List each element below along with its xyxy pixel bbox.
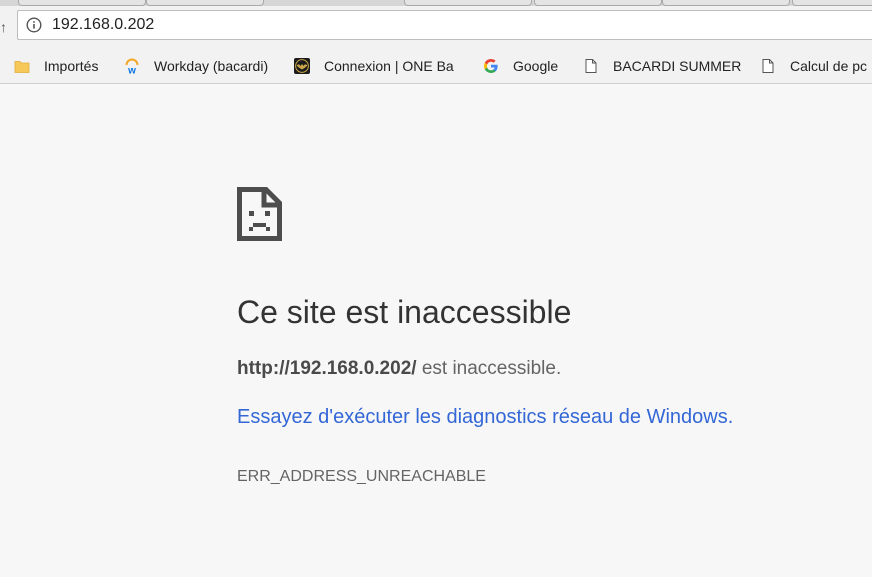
bookmark-label: Google xyxy=(513,57,559,74)
home-button[interactable]: ↑ xyxy=(0,19,6,35)
error-code: ERR_ADDRESS_UNREACHABLE xyxy=(237,468,486,485)
bookmark-label: Calcul de pc xyxy=(790,57,868,74)
folder-icon xyxy=(14,60,30,73)
bookmark-label: Connexion | ONE Ba xyxy=(324,57,454,74)
bookmark-google[interactable]: Google xyxy=(483,48,558,83)
bookmarks-bar: Importés w Workday (bacardi) Connexion |… xyxy=(0,48,872,84)
bookmark-label: Workday (bacardi) xyxy=(154,57,269,74)
bacardi-bat-icon xyxy=(294,57,310,74)
address-bar[interactable]: 192.168.0.202 xyxy=(17,10,872,40)
url-text[interactable]: 192.168.0.202 xyxy=(52,16,154,34)
network-diagnostics-link[interactable]: Essayez d'exécuter les diagnostics résea… xyxy=(237,404,733,430)
bookmark-workday[interactable]: w Workday (bacardi) xyxy=(124,48,268,83)
svg-text:w: w xyxy=(127,65,136,74)
workday-icon: w xyxy=(125,58,139,74)
error-host: http://192.168.0.202/ xyxy=(237,358,417,379)
bookmark-label: BACARDI SUMMER xyxy=(613,57,742,74)
bookmark-connexion-one[interactable]: Connexion | ONE Ba xyxy=(294,48,460,83)
page-icon xyxy=(585,58,597,73)
error-page: Ce site est inaccessible http://192.168.… xyxy=(0,84,872,577)
sad-page-icon xyxy=(237,187,282,241)
google-icon xyxy=(484,58,498,73)
page-icon xyxy=(762,58,774,73)
bookmark-calcul[interactable]: Calcul de pc xyxy=(760,48,872,83)
browser-toolbar: ↑ 192.168.0.202 xyxy=(0,6,872,48)
bookmark-bacardi-summer[interactable]: BACARDI SUMMER xyxy=(583,48,741,83)
info-icon[interactable] xyxy=(26,17,42,33)
error-message-suffix: est inaccessible. xyxy=(416,358,562,379)
bookmark-label: Importés xyxy=(44,57,99,74)
error-title: Ce site est inaccessible xyxy=(237,294,572,330)
error-message: http://192.168.0.202/ est inaccessible. xyxy=(237,357,561,381)
bookmark-importes[interactable]: Importés xyxy=(14,48,98,83)
